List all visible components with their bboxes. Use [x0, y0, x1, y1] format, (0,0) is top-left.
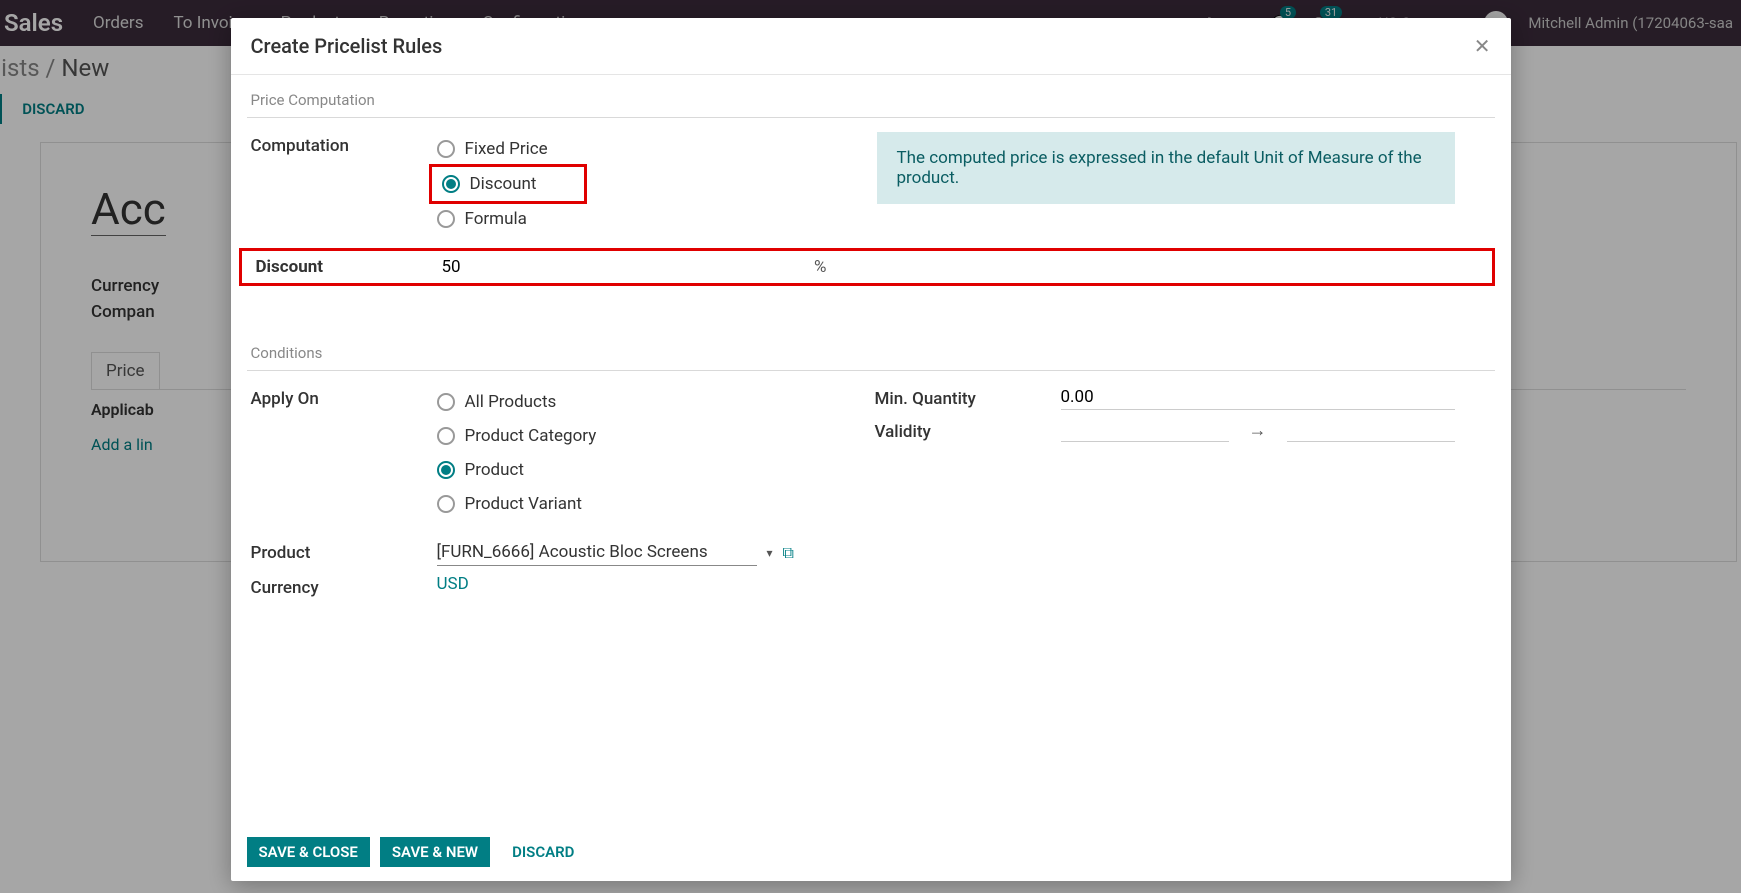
save-new-button[interactable]: SAVE & NEW: [380, 837, 490, 867]
radio-icon: [442, 175, 460, 193]
highlight-discount-radio: Discount: [429, 164, 588, 204]
external-link-icon[interactable]: ⧉: [783, 543, 794, 563]
radio-icon: [437, 393, 455, 411]
info-box: The computed price is expressed in the d…: [877, 132, 1455, 204]
modal-discard-button[interactable]: DISCARD: [500, 837, 586, 867]
computation-label: Computation: [247, 132, 437, 156]
arrow-right-icon: →: [1249, 420, 1267, 441]
apply-on-label: Apply On: [247, 385, 437, 409]
currency-value[interactable]: USD: [437, 574, 469, 594]
product-input[interactable]: [437, 539, 757, 566]
validity-end-input[interactable]: [1287, 418, 1455, 442]
radio-icon: [437, 495, 455, 513]
product-label: Product: [247, 539, 437, 563]
highlight-discount-row: Discount %: [239, 248, 1495, 286]
section-conditions: Conditions: [247, 294, 1495, 370]
modal-footer: SAVE & CLOSE SAVE & NEW DISCARD: [231, 823, 1511, 881]
chevron-down-icon[interactable]: ▾: [767, 546, 773, 560]
radio-product[interactable]: Product: [437, 453, 831, 487]
modal-body: Price Computation Computation Fixed Pric…: [231, 75, 1511, 823]
radio-all-products[interactable]: All Products: [437, 385, 831, 419]
discount-label: Discount: [252, 257, 442, 277]
section-price-computation: Price Computation: [247, 81, 1495, 117]
radio-product-category[interactable]: Product Category: [437, 419, 831, 453]
discount-suffix: %: [814, 257, 826, 277]
validity-label: Validity: [871, 418, 1061, 442]
radio-icon: [437, 427, 455, 445]
radio-discount[interactable]: Discount: [440, 169, 577, 199]
modal-header: Create Pricelist Rules ✕: [231, 18, 1511, 75]
close-icon[interactable]: ✕: [1474, 34, 1491, 58]
radio-icon: [437, 461, 455, 479]
min-quantity-label: Min. Quantity: [871, 385, 1061, 409]
radio-icon: [437, 140, 455, 158]
radio-formula[interactable]: Formula: [437, 202, 831, 236]
validity-start-input[interactable]: [1061, 418, 1229, 442]
discount-input[interactable]: [442, 257, 807, 277]
radio-fixed-price[interactable]: Fixed Price: [437, 132, 831, 166]
radio-product-variant[interactable]: Product Variant: [437, 487, 831, 521]
save-close-button[interactable]: SAVE & CLOSE: [247, 837, 370, 867]
radio-icon: [437, 210, 455, 228]
currency-label: Currency: [247, 574, 437, 598]
min-quantity-input[interactable]: [1061, 387, 1455, 407]
modal-title: Create Pricelist Rules: [251, 34, 1474, 58]
create-pricelist-rules-modal: Create Pricelist Rules ✕ Price Computati…: [231, 18, 1511, 881]
